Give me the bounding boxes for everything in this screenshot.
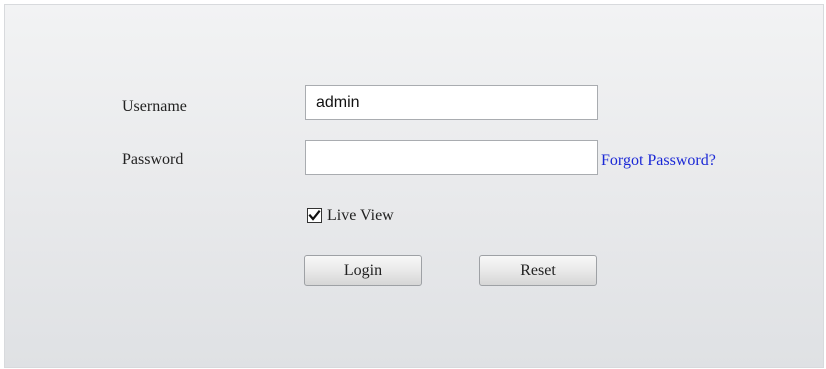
password-label: Password [122, 151, 184, 168]
username-label: Username [122, 98, 187, 115]
reset-button[interactable]: Reset [479, 255, 597, 286]
live-view-checkbox[interactable] [307, 208, 322, 223]
login-button[interactable]: Login [304, 255, 422, 286]
login-panel: Username Password Forgot Password? Live … [4, 4, 824, 368]
forgot-password-link[interactable]: Forgot Password? [601, 152, 716, 170]
live-view-label: Live View [327, 207, 394, 224]
password-input[interactable] [305, 140, 598, 175]
username-input[interactable] [305, 85, 598, 120]
checkmark-icon [308, 209, 321, 221]
